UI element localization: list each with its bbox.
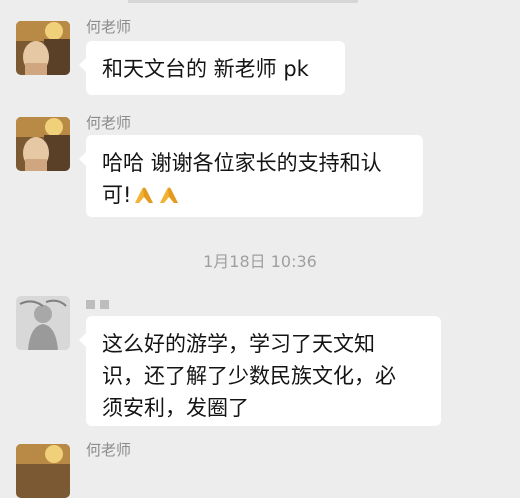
- message-text-line: 识，还了解了少数民族文化，必: [102, 364, 396, 388]
- message-text: 和天文台的 新老师 pk: [102, 57, 309, 81]
- message-text-line: 可!: [102, 179, 407, 211]
- message-bubble[interactable]: 哈哈 谢谢各位家长的支持和认 可!: [79, 135, 423, 217]
- photo-avatar-image: [16, 444, 70, 498]
- sender-name: 何老师: [86, 441, 132, 459]
- photo-avatar-image: [16, 21, 70, 75]
- chat-timestamp: 1月18日 10:36: [203, 252, 317, 271]
- sender-name: 何老师: [86, 18, 132, 36]
- message-text: 可!: [102, 183, 132, 207]
- message-text-line: 哈哈 谢谢各位家长的支持和认: [102, 151, 382, 175]
- folded-hands-icon: [157, 182, 181, 204]
- avatar[interactable]: [16, 21, 70, 75]
- message-text-line: 这么好的游学，学习了天文知: [102, 332, 375, 356]
- sender-name-blurred: [86, 295, 109, 313]
- message-bubble[interactable]: 和天文台的 新老师 pk: [79, 41, 345, 95]
- message-text-line: 须安利，发圈了: [102, 396, 249, 420]
- sketch-avatar-image: [16, 296, 70, 350]
- folded-hands-icon: [132, 182, 156, 204]
- avatar[interactable]: [16, 444, 70, 498]
- sender-name: 何老师: [86, 114, 132, 132]
- previous-message-edge: [128, 0, 358, 3]
- message-bubble[interactable]: 这么好的游学，学习了天文知 识，还了解了少数民族文化，必 须安利，发圈了: [79, 316, 441, 426]
- avatar[interactable]: [16, 296, 70, 350]
- photo-avatar-image: [16, 117, 70, 171]
- avatar[interactable]: [16, 117, 70, 171]
